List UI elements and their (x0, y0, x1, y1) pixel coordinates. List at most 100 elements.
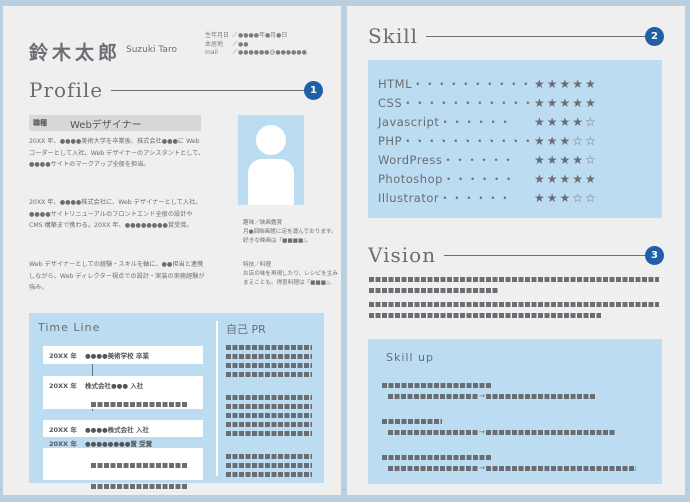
timeline-card: 20XX 年 ●●●●美術学校 卒業 (43, 346, 203, 364)
timeline-box: Time Line 自己 PR 20XX 年 ●●●●美術学校 卒業 20XX … (29, 313, 324, 489)
skill-up-item: → (388, 429, 616, 436)
placeholder-text (226, 395, 312, 400)
placeholder-text (382, 382, 492, 388)
vision-heading: Vision 3 (368, 243, 664, 267)
hobby-text: 月●回映画館に足を運んでおります。好きな映画は『■■■■』。 (243, 228, 337, 244)
skill-up-item (382, 418, 442, 424)
timeline-year: 20XX 年 (49, 351, 77, 360)
skill-up-title: Skill up (386, 351, 434, 364)
placeholder-text (226, 354, 312, 359)
timeline-detail (43, 392, 203, 411)
timeline-text: ●●●●美術学校 卒業 (85, 351, 149, 360)
heading-rule (444, 254, 645, 256)
section-number-badge: 3 (645, 245, 664, 265)
heading-rule (111, 89, 304, 91)
section-number-badge: 1 (304, 80, 323, 100)
star-rating: ★★★★☆ (534, 152, 598, 167)
placeholder-text (226, 472, 312, 477)
skill-row: PHP・・・・・・・・・・・ ★★★☆☆ (378, 131, 598, 150)
avatar-body (248, 159, 294, 205)
placeholder-text (226, 404, 312, 409)
person-name-en: Suzuki Taro (126, 45, 177, 55)
timeline-text: 株式会社●●● 入社 (85, 381, 144, 390)
hobby-block: 趣味／映画鑑賞 月●回映画館に足を運んでおります。好きな映画は『■■■■』。 (243, 219, 338, 245)
placeholder-text (369, 313, 601, 318)
placeholder-text (369, 302, 659, 307)
info-value: ／●●●●●●@●●●●●● (232, 49, 307, 56)
timeline-row: 20XX 年 ●●●●美術学校 卒業 (43, 349, 203, 360)
skill-row: WordPress・・・・・・ ★★★★☆ (378, 150, 598, 169)
placeholder-text (485, 429, 616, 435)
placeholder-text (226, 345, 312, 350)
skill-name: Illustrator・・・・・・ (378, 190, 512, 205)
skill-heading: Skill 2 (368, 24, 664, 48)
arrow-right-icon: → (479, 464, 485, 472)
avatar-head (256, 125, 286, 155)
placeholder-text (485, 465, 636, 471)
special-block: 特技／料理 お店の味を再現したり、レシピを主みまえことも。得意料理は『■■■』。 (243, 261, 338, 287)
timeline-year: 20XX 年 (49, 381, 77, 390)
placeholder-text (226, 413, 312, 418)
star-rating: ★★★★★ (534, 95, 598, 110)
job-value: Webデザイナー (70, 119, 142, 131)
arrow-right-icon: → (479, 392, 485, 400)
placeholder-text (369, 277, 659, 282)
timeline-text: ●●●●●●●●賞 受賞 (85, 439, 153, 448)
job-tag: 職種 Webデザイナー (29, 115, 201, 131)
star-rating: ★★★☆☆ (534, 190, 598, 205)
section-number-badge: 2 (645, 26, 664, 46)
left-page: 鈴木太郎 Suzuki Taro 生年月日 ／●●●●年●月●日 本居地 ／●● m… (3, 6, 341, 495)
column-divider (216, 321, 218, 476)
pr-title: 自己 PR (226, 323, 266, 336)
placeholder-text (388, 429, 478, 435)
placeholder-text (226, 454, 312, 459)
timeline-detail (43, 453, 203, 472)
skill-name: Photoshop・・・・・・ (378, 171, 515, 186)
star-rating: ★★★★★ (534, 171, 598, 186)
timeline-row: 20XX 年 株式会社●●● 入社 (43, 379, 203, 390)
star-rating: ★★★★★ (534, 76, 598, 91)
skill-name: WordPress・・・・・・ (378, 152, 515, 167)
job-key: 職種 (33, 119, 47, 127)
timeline-detail (43, 474, 203, 493)
placeholder-text (382, 454, 492, 460)
skill-up-item (382, 382, 492, 388)
skill-up-box: Skill up → → → (368, 339, 662, 484)
info-row: 生年月日 ／●●●●年●月●日 (205, 32, 307, 41)
skill-name: CSS・・・・・・・・・・・・ (378, 95, 547, 110)
timeline-text: ●●●●株式会社 入社 (85, 425, 149, 434)
profile-paragraph: 20XX 年、●●●●美術大学を卒業後、株式会社●●●に Web コーダーとして… (29, 138, 205, 168)
placeholder-text (382, 418, 442, 424)
skill-title: Skill (368, 24, 419, 48)
placeholder-text (388, 465, 478, 471)
timeline-row: 20XX 年 ●●●●株式会社 入社 (43, 423, 203, 434)
placeholder-text (91, 484, 188, 489)
special-text: お店の味を再現したり、レシピを主みまえことも。得意料理は『■■■』。 (243, 270, 338, 286)
profile-title: Profile (29, 78, 104, 102)
profile-paragraph: 20XX 年、●●●●株式会社に、Web デザイナーとして入社。●●●●サイトリ… (29, 199, 202, 229)
avatar-placeholder-icon (238, 115, 304, 205)
info-key: 本居地 (205, 40, 224, 48)
skill-row: HTML・・・・・・・・・・・ ★★★★★ (378, 74, 598, 93)
skill-row: Illustrator・・・・・・ ★★★☆☆ (378, 188, 598, 207)
placeholder-text (485, 393, 596, 399)
info-row: mail ／●●●●●●@●●●●●● (205, 49, 307, 58)
placeholder-text (226, 372, 312, 377)
timeline-title: Time Line (38, 321, 101, 334)
vision-title: Vision (368, 243, 437, 267)
placeholder-text (226, 363, 312, 368)
skill-up-item (382, 454, 492, 460)
skill-up-item: → (388, 392, 596, 400)
placeholder-text (226, 422, 312, 427)
profile-paragraph: Web デザイナーとしての経験・スキルを軸に、●●担当と連携しながら、Web デ… (29, 261, 205, 291)
placeholder-text (226, 463, 312, 468)
info-value: ／●●●●年●月●日 (232, 32, 288, 39)
star-rating: ★★★★☆ (534, 114, 598, 129)
heading-rule (426, 35, 645, 37)
special-title: 特技／料理 (243, 262, 271, 268)
skill-row: Javascript・・・・・・ ★★★★☆ (378, 112, 598, 131)
skill-row: Photoshop・・・・・・ ★★★★★ (378, 169, 598, 188)
right-page: Skill 2 HTML・・・・・・・・・・・ ★★★★★ CSS・・・・・・・・… (347, 6, 685, 495)
placeholder-text (91, 402, 188, 407)
timeline-card: 20XX 年 株式会社●●● 入社 (43, 376, 203, 428)
